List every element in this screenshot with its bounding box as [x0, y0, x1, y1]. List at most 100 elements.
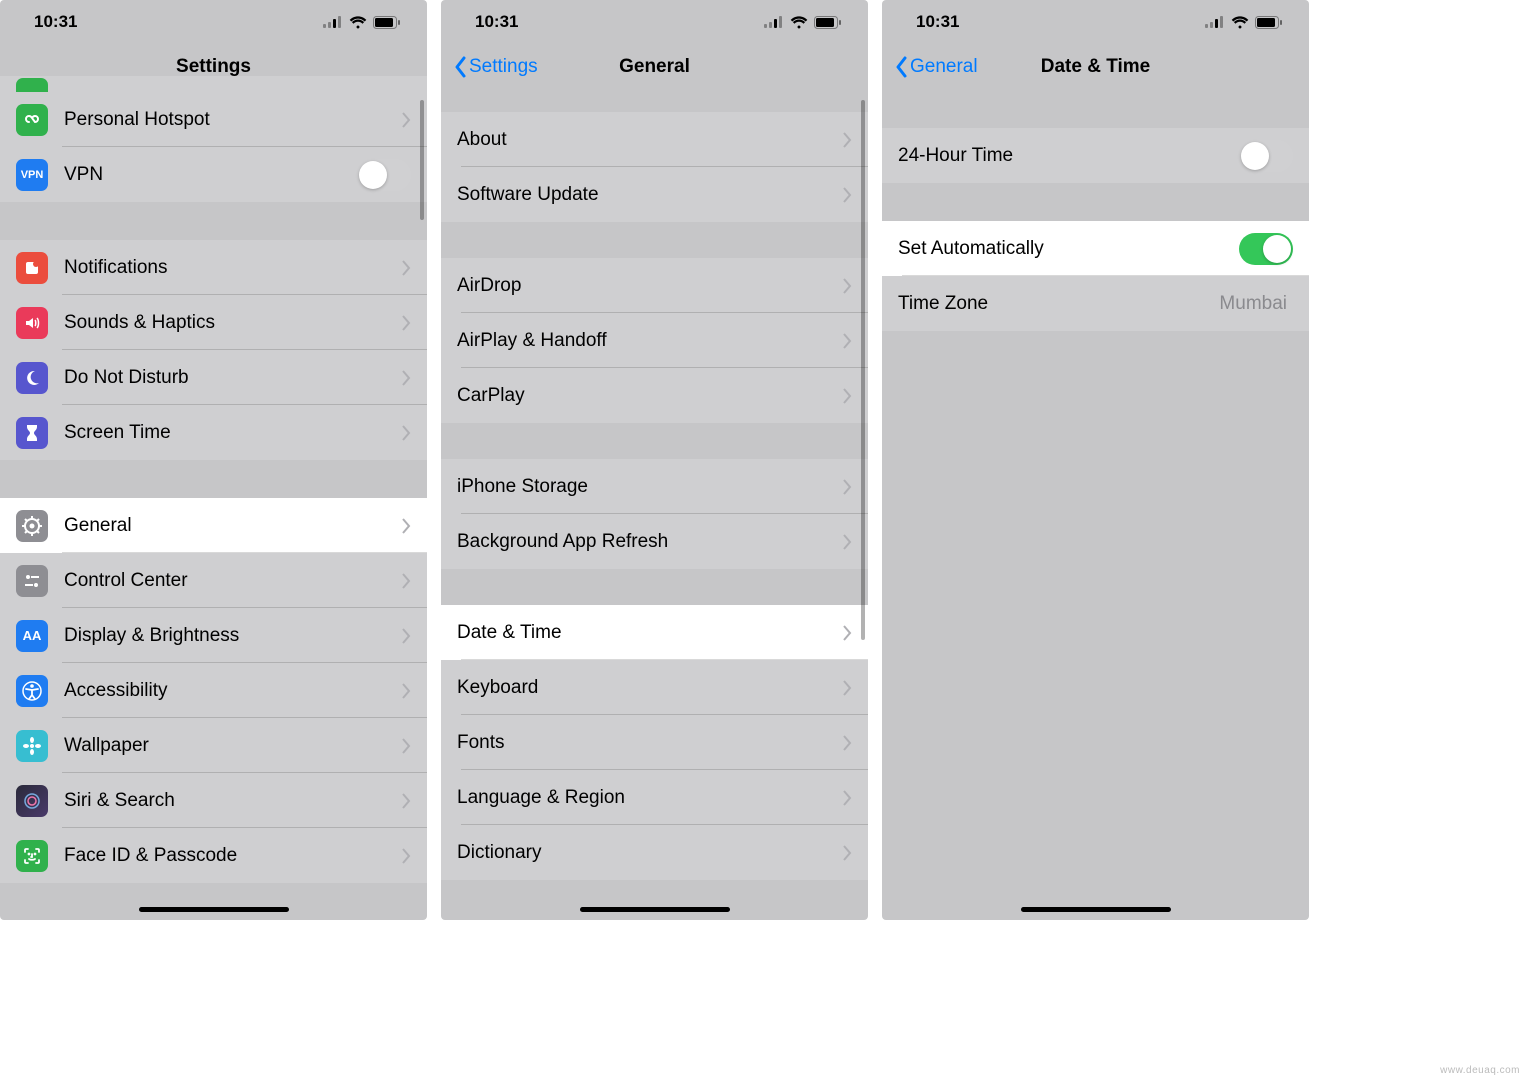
chevron-right-icon	[402, 112, 411, 128]
row-carplay[interactable]: CarPlay	[441, 368, 868, 423]
signal-icon	[1205, 16, 1225, 28]
row-label: Accessibility	[64, 680, 402, 702]
row-label: Face ID & Passcode	[64, 845, 402, 867]
row-siri-search[interactable]: Siri & Search	[0, 773, 427, 828]
screen-date-time: 10:31 General Date & Time 24-Hour Time S…	[882, 0, 1309, 920]
chevron-right-icon	[843, 333, 852, 349]
chevron-right-icon	[402, 260, 411, 276]
row-software-update[interactable]: Software Update	[441, 167, 868, 222]
home-indicator[interactable]	[139, 907, 289, 912]
row-control-center[interactable]: Control Center	[0, 553, 427, 608]
row-general[interactable]: General	[0, 498, 427, 553]
screentime-icon	[16, 417, 48, 449]
status-time: 10:31	[916, 12, 959, 32]
status-bar: 10:31	[441, 0, 868, 44]
scrollbar[interactable]	[861, 100, 865, 640]
row-cellular[interactable]: Cellular	[0, 76, 427, 92]
24hour-toggle[interactable]	[1239, 140, 1293, 172]
row-notifications[interactable]: Notifications	[0, 240, 427, 295]
row-accessibility[interactable]: Accessibility	[0, 663, 427, 718]
controlcenter-icon	[16, 565, 48, 597]
status-time: 10:31	[475, 12, 518, 32]
home-indicator[interactable]	[580, 907, 730, 912]
row-label: Notifications	[64, 257, 402, 279]
row-wallpaper[interactable]: Wallpaper	[0, 718, 427, 773]
row-date-time[interactable]: Date & Time	[441, 605, 868, 660]
status-icons	[323, 16, 401, 29]
faceid-icon	[16, 840, 48, 872]
battery-icon	[373, 16, 401, 29]
row-label: Software Update	[457, 184, 843, 206]
battery-icon	[814, 16, 842, 29]
nav-bar: Settings General	[441, 44, 868, 90]
row-keyboard[interactable]: Keyboard	[441, 660, 868, 715]
row-iphone-storage[interactable]: iPhone Storage	[441, 459, 868, 514]
row-label: General	[64, 515, 402, 537]
set-automatically-toggle[interactable]	[1239, 233, 1293, 265]
row-faceid-passcode[interactable]: Face ID & Passcode	[0, 828, 427, 883]
row-personal-hotspot[interactable]: Personal Hotspot	[0, 92, 427, 147]
screen-settings: 10:31 Settings Cellular Personal Hotspot…	[0, 0, 427, 920]
chevron-right-icon	[843, 735, 852, 751]
row-language-region[interactable]: Language & Region	[441, 770, 868, 825]
chevron-right-icon	[843, 187, 852, 203]
back-button[interactable]: Settings	[453, 56, 538, 78]
row-dictionary[interactable]: Dictionary	[441, 825, 868, 880]
chevron-right-icon	[402, 518, 411, 534]
battery-icon	[1255, 16, 1283, 29]
chevron-right-icon	[843, 534, 852, 550]
notifications-icon	[16, 252, 48, 284]
row-time-zone[interactable]: Time Zone Mumbai	[882, 276, 1309, 331]
row-label: Control Center	[64, 570, 402, 592]
row-label: AirDrop	[457, 275, 843, 297]
row-label: Screen Time	[64, 422, 402, 444]
row-label: Display & Brightness	[64, 625, 402, 647]
vpn-icon: VPN	[16, 159, 48, 191]
chevron-right-icon	[402, 683, 411, 699]
chevron-right-icon	[402, 425, 411, 441]
nav-bar: General Date & Time	[882, 44, 1309, 90]
chevron-right-icon	[843, 479, 852, 495]
settings-list: Cellular Personal Hotspot VPN VPN Notifi…	[0, 76, 427, 883]
row-label: Background App Refresh	[457, 531, 843, 553]
chevron-right-icon	[843, 845, 852, 861]
row-set-automatically[interactable]: Set Automatically	[882, 221, 1309, 276]
home-indicator[interactable]	[1021, 907, 1171, 912]
status-bar: 10:31	[0, 0, 427, 44]
row-sounds-haptics[interactable]: Sounds & Haptics	[0, 295, 427, 350]
row-label: CarPlay	[457, 385, 843, 407]
row-screen-time[interactable]: Screen Time	[0, 405, 427, 460]
back-button[interactable]: General	[894, 56, 978, 78]
row-label: Wallpaper	[64, 735, 402, 757]
row-label: VPN	[64, 164, 357, 186]
row-do-not-disturb[interactable]: Do Not Disturb	[0, 350, 427, 405]
row-vpn[interactable]: VPN VPN	[0, 147, 427, 202]
row-background-app-refresh[interactable]: Background App Refresh	[441, 514, 868, 569]
scrollbar[interactable]	[420, 100, 424, 220]
chevron-right-icon	[843, 388, 852, 404]
screen-general: 10:31 Settings General About Software Up…	[441, 0, 868, 920]
row-fonts[interactable]: Fonts	[441, 715, 868, 770]
chevron-right-icon	[402, 848, 411, 864]
row-label: Dictionary	[457, 842, 843, 864]
status-time: 10:31	[34, 12, 77, 32]
sounds-icon	[16, 307, 48, 339]
row-label: Personal Hotspot	[64, 109, 402, 131]
accessibility-icon	[16, 675, 48, 707]
row-display-brightness[interactable]: AA Display & Brightness	[0, 608, 427, 663]
row-label: Keyboard	[457, 677, 843, 699]
chevron-right-icon	[402, 370, 411, 386]
chevron-right-icon	[402, 628, 411, 644]
row-24-hour-time[interactable]: 24-Hour Time	[882, 128, 1309, 183]
wifi-icon	[349, 16, 367, 29]
chevron-left-icon	[894, 56, 908, 78]
chevron-right-icon	[843, 132, 852, 148]
general-icon	[16, 510, 48, 542]
row-airplay-handoff[interactable]: AirPlay & Handoff	[441, 313, 868, 368]
vpn-toggle[interactable]	[357, 159, 411, 191]
row-about[interactable]: About	[441, 112, 868, 167]
datetime-list: 24-Hour Time Set Automatically Time Zone…	[882, 90, 1309, 331]
row-label: Time Zone	[898, 293, 1219, 315]
row-airdrop[interactable]: AirDrop	[441, 258, 868, 313]
row-label: 24-Hour Time	[898, 145, 1239, 167]
